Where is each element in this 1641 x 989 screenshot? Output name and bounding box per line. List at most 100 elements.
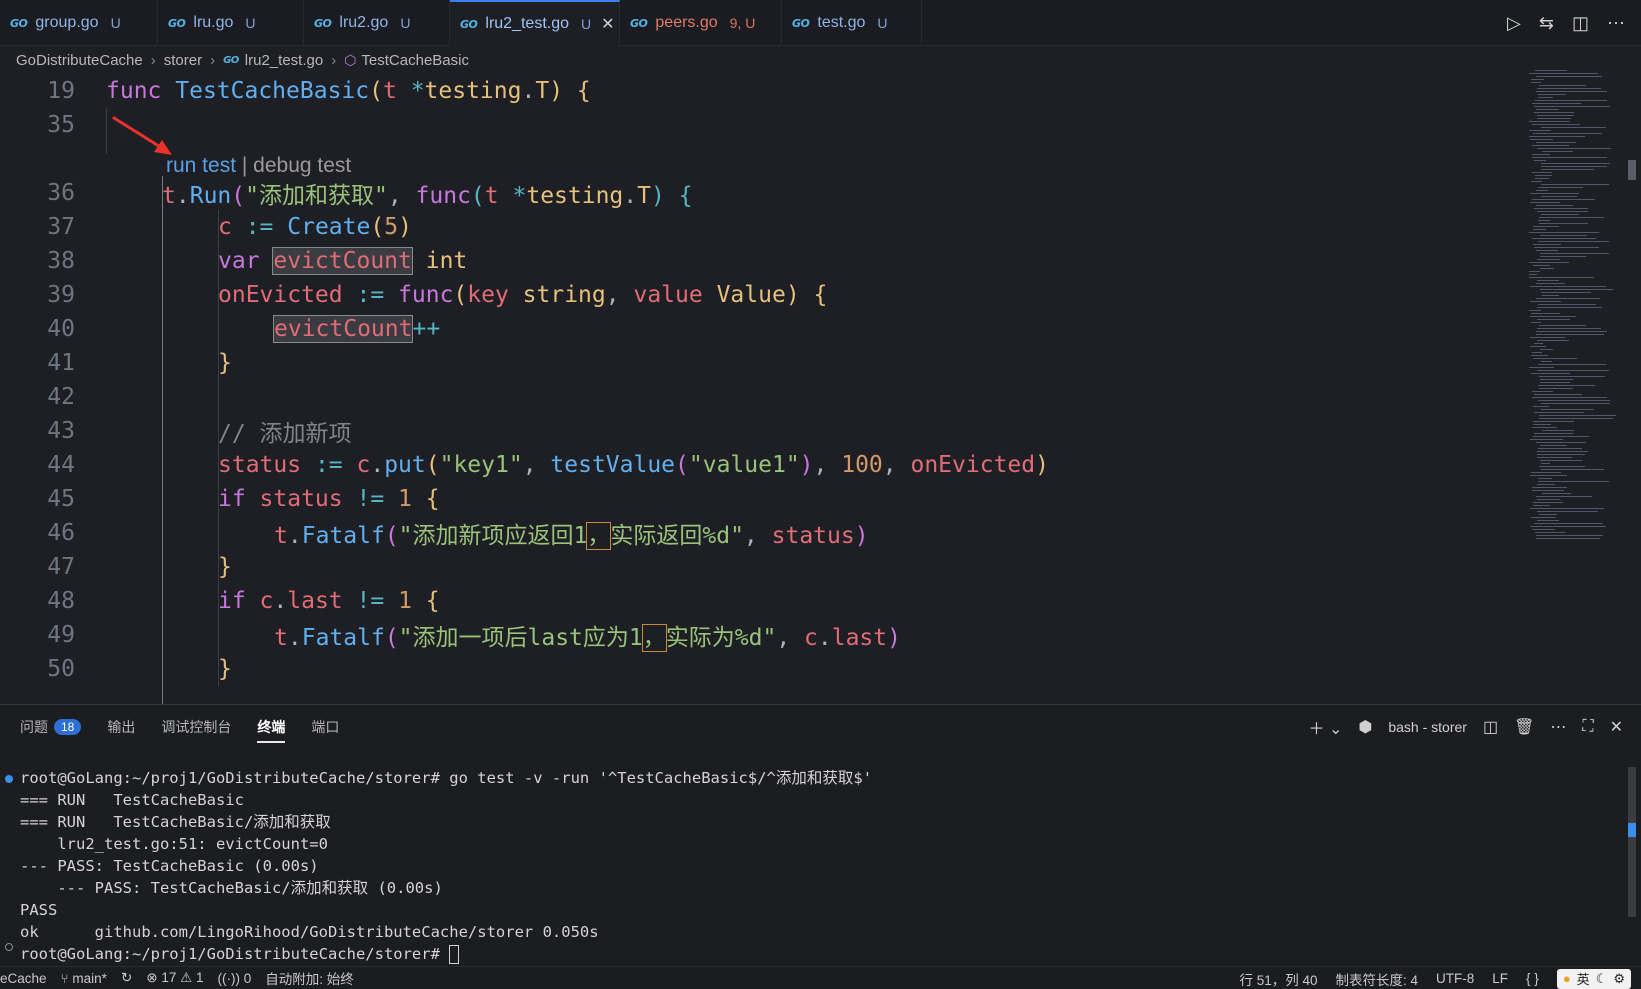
code-line[interactable]: 38 var evictCount int — [0, 244, 1520, 278]
problems-item[interactable]: ⊗ 17 ⚠ 1 — [146, 970, 203, 986]
code-token: , — [605, 282, 634, 308]
more-actions-icon[interactable]: ⋯ — [1607, 13, 1625, 34]
code-line[interactable]: 43 // 添加新项 — [0, 414, 1520, 448]
tab-lru2-go[interactable]: GO lru2.go U — [304, 0, 450, 46]
code-line[interactable]: 44 status := c.put("key1", testValue("val… — [0, 448, 1520, 482]
tab-test-go[interactable]: GO test.go U — [782, 0, 922, 46]
debug-test-link[interactable]: debug test — [253, 154, 351, 177]
minimap-line — [1539, 223, 1588, 224]
tab-size[interactable]: 制表符长度: 4 — [1336, 969, 1419, 989]
code-token: "添加和获取" — [245, 183, 388, 209]
code-token: ( — [425, 452, 440, 478]
tab-lru2-test-go[interactable]: GO lru2_test.go U ✕ — [450, 0, 620, 46]
code-token: . — [370, 452, 385, 478]
minimap-line — [1537, 115, 1574, 116]
code-token: if — [218, 588, 260, 614]
maximize-panel-icon[interactable]: ⛶ — [1582, 718, 1593, 736]
minimap-line — [1538, 94, 1566, 95]
minimap-line — [1530, 139, 1553, 140]
terminal-line: --- PASS: TestCacheBasic (0.00s) — [20, 855, 872, 877]
minimap-line — [1536, 331, 1607, 332]
terminal-line-text: ok github.com/LingoRihood/GoDistributeCa… — [20, 923, 599, 941]
code-editor[interactable]: run test | debug test 19 func TestCacheBa… — [0, 74, 1520, 704]
go-file-icon: GO — [223, 54, 239, 66]
breadcrumb-item-subfolder[interactable]: storer — [164, 52, 202, 69]
code-line[interactable]: 19 func TestCacheBasic(t *testing.T) { — [0, 74, 1520, 108]
minimap-line — [1537, 280, 1559, 281]
breadcrumb-item-symbol[interactable]: TestCacheBasic — [361, 52, 469, 69]
branch-item[interactable]: ⑂ main* — [61, 971, 107, 986]
code-line[interactable]: 42 — [0, 380, 1520, 414]
panel-tab[interactable]: 问题 18 — [20, 705, 82, 749]
line-ending[interactable]: LF — [1492, 971, 1508, 986]
minimap-line — [1533, 424, 1551, 425]
terminal-name[interactable]: bash - storer — [1388, 719, 1467, 735]
ports-item[interactable]: ((·)) 0 — [218, 971, 252, 986]
code-token: testValue — [550, 452, 676, 478]
minimap-line — [1538, 400, 1610, 401]
trash-icon[interactable]: 🗑 — [1514, 717, 1534, 737]
auto-attach-item[interactable]: 自动附加: 始终 — [265, 968, 354, 988]
broadcast-icon: ((·)) — [217, 970, 240, 986]
minimap-line — [1541, 214, 1579, 215]
compare-changes-icon[interactable]: ⇆ — [1539, 13, 1554, 34]
code-line[interactable]: 36 t.Run("添加和获取", func(t *testing.T) { — [0, 176, 1520, 210]
more-icon[interactable]: ⋯ — [1550, 717, 1566, 737]
code-token: ) — [887, 625, 901, 651]
panel-tab[interactable]: 终端 — [257, 705, 286, 749]
terminal-scrollbar[interactable] — [1628, 767, 1636, 917]
panel-tab[interactable]: 输出 — [107, 705, 135, 749]
close-icon[interactable]: ✕ — [601, 14, 614, 34]
terminal-output[interactable]: root@GoLang:~/proj1/GoDistributeCache/st… — [20, 767, 872, 965]
breadcrumb-item-file[interactable]: lru2_test.go — [245, 52, 323, 69]
minimap-line — [1538, 187, 1583, 188]
code-token: c — [356, 452, 371, 478]
sync-icon[interactable]: ↻ — [121, 970, 132, 986]
tab-peers-go[interactable]: GO peers.go 9, U — [620, 0, 782, 46]
code-line[interactable]: 37 c := Create(5) — [0, 210, 1520, 244]
code-line[interactable]: 50} — [0, 652, 1520, 686]
code-token: Run — [189, 183, 232, 209]
code-line[interactable]: 40 evictCount++ — [0, 312, 1520, 346]
code-token: ++ — [412, 316, 441, 342]
panel-tab[interactable]: 端口 — [311, 705, 339, 749]
tab-group-go[interactable]: GO group.go U — [0, 0, 158, 46]
language-mode[interactable]: { } — [1526, 971, 1539, 986]
run-icon[interactable]: ▷ — [1507, 13, 1521, 34]
code-token: ( — [370, 214, 385, 240]
split-terminal-icon[interactable]: ◫ — [1483, 717, 1498, 737]
split-editor-icon[interactable]: ◫ — [1572, 13, 1589, 34]
encoding[interactable]: UTF-8 — [1436, 971, 1474, 986]
new-terminal-icon[interactable]: ＋ ⌄ — [1309, 715, 1343, 739]
minimap[interactable] — [1525, 70, 1620, 560]
code-line[interactable]: 49 t.Fatalf("添加一项后last应为1，实际为%d", c.last) — [0, 618, 1520, 652]
minimap-line — [1537, 118, 1571, 119]
panel-tab[interactable]: 调试控制台 — [161, 705, 231, 749]
code-line[interactable]: 41} — [0, 346, 1520, 380]
minimap-line — [1533, 358, 1577, 359]
terminal-line: === RUN TestCacheBasic — [20, 789, 872, 811]
code-line[interactable]: 39 onEvicted := func(key string, value Va… — [0, 278, 1520, 312]
cursor-position[interactable]: 行 51，列 40 — [1239, 969, 1317, 989]
breadcrumb-item-folder[interactable]: GoDistributeCache — [16, 52, 143, 69]
tab-lru-go[interactable]: GO lru.go U — [158, 0, 304, 46]
editor-scrollbar-thumb[interactable] — [1628, 160, 1636, 180]
error-count: 17 — [161, 970, 177, 985]
close-panel-icon[interactable]: ✕ — [1610, 717, 1623, 737]
go-file-icon: GO — [792, 16, 810, 30]
ime-indicator[interactable]: ● 英 ☾ ⚙ — [1556, 968, 1631, 989]
code-line[interactable]: 46 t.Fatalf("添加新项应返回1，实际返回%d", status) — [0, 516, 1520, 550]
code-line[interactable]: 35 — [0, 108, 1520, 142]
minimap-line — [1539, 514, 1557, 515]
code-line[interactable]: 45 if status != 1 { — [0, 482, 1520, 516]
minimap-line — [1529, 136, 1585, 137]
minimap-line — [1541, 169, 1594, 170]
minimap-line — [1537, 307, 1602, 308]
code-line[interactable]: 48 if c.last != 1 { — [0, 584, 1520, 618]
code-line[interactable]: 47} — [0, 550, 1520, 584]
line-number: 48 — [47, 588, 75, 614]
status-workspace[interactable]: eCache — [0, 971, 47, 986]
minimap-line — [1537, 457, 1572, 458]
